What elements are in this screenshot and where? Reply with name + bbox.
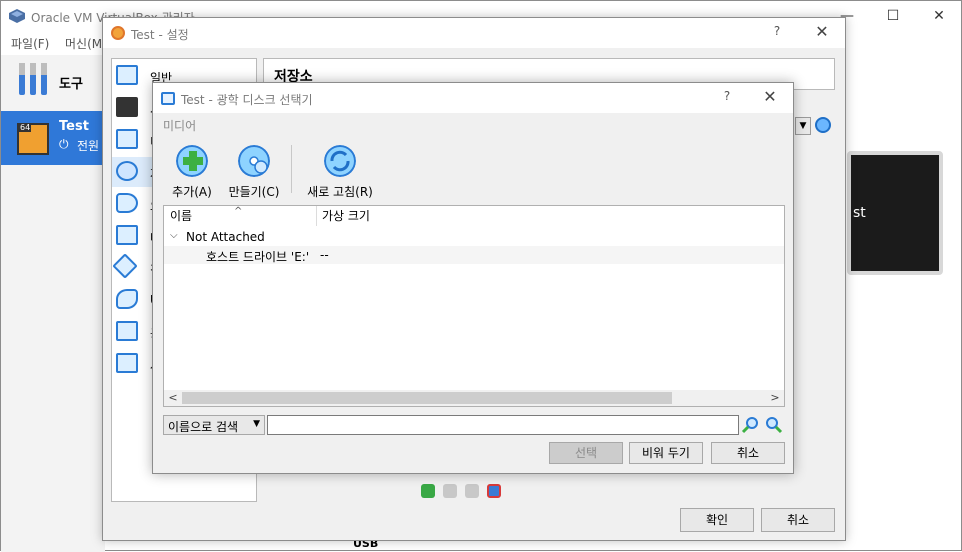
shared-folder-icon bbox=[116, 321, 138, 341]
settings-ok-button[interactable]: 확인 bbox=[680, 508, 754, 532]
search-forward-icon[interactable] bbox=[765, 416, 783, 434]
audio-icon bbox=[116, 193, 138, 213]
search-input[interactable] bbox=[267, 415, 739, 435]
vm-arch-badge: 64 bbox=[19, 123, 32, 132]
tools-icon bbox=[19, 63, 47, 95]
virtualbox-logo-icon bbox=[9, 9, 25, 23]
maximize-button[interactable]: ☐ bbox=[873, 5, 913, 27]
optical-disk-selector-dialog: Test - 광학 디스크 선택기 ? ✕ 미디어 추가(A) 만들기(C) 새… bbox=[152, 82, 794, 474]
settings-cancel-button[interactable]: 취소 bbox=[761, 508, 835, 532]
optical-disk-icon bbox=[161, 92, 175, 105]
selector-help-button[interactable]: ? bbox=[717, 89, 737, 107]
scrollbar-thumb[interactable] bbox=[182, 392, 672, 404]
table-group-row[interactable]: ⌵ Not Attached bbox=[164, 228, 784, 246]
horizontal-scrollbar[interactable]: < > bbox=[164, 390, 784, 406]
refresh-label: 새로 고침(R) bbox=[307, 185, 373, 199]
usb-icon bbox=[116, 289, 138, 309]
search-mode-value: 이름으로 검색 bbox=[168, 420, 239, 434]
storage-tree-toolbar bbox=[421, 482, 511, 502]
network-icon bbox=[116, 225, 138, 245]
media-table: ^ 이름 가상 크기 ⌵ Not Attached 호스트 드라이브 'E:' … bbox=[163, 205, 785, 407]
column-header-size[interactable]: 가상 크기 bbox=[316, 206, 516, 226]
dropdown-arrow-icon: ▼ bbox=[253, 419, 260, 429]
sort-ascending-icon: ^ bbox=[234, 206, 243, 217]
settings-titlebar: Test - 설정 ? ✕ bbox=[103, 18, 845, 48]
optical-disk-choose-icon[interactable] bbox=[815, 117, 831, 133]
column-header-label: 이름 bbox=[170, 209, 193, 223]
vm-state: 전원 bbox=[77, 139, 100, 153]
search-mode-select[interactable]: 이름으로 검색 ▼ bbox=[163, 415, 265, 435]
settings-title: Test - 설정 bbox=[131, 28, 189, 42]
power-icon: ⏻ bbox=[59, 137, 69, 151]
create-disk-icon bbox=[238, 145, 270, 177]
toolbar-separator bbox=[291, 145, 292, 193]
vm-os-icon: 64 bbox=[17, 123, 49, 155]
serial-icon bbox=[112, 253, 138, 279]
storage-icon bbox=[116, 161, 138, 181]
vm-list-item[interactable]: 64 Test ⏻ 전원 bbox=[1, 111, 105, 165]
menu-machine[interactable]: 머신(M bbox=[65, 35, 102, 52]
settings-help-button[interactable]: ? bbox=[767, 24, 787, 42]
create-disk-label: 만들기(C) bbox=[228, 185, 280, 199]
vm-preview-screen: st bbox=[847, 151, 943, 275]
selector-close-button[interactable]: ✕ bbox=[755, 87, 785, 109]
scroll-right-icon[interactable]: > bbox=[768, 391, 782, 405]
media-name: 호스트 드라이브 'E:' bbox=[206, 250, 310, 264]
add-disk-icon bbox=[176, 145, 208, 177]
choose-button[interactable]: 선택 bbox=[549, 442, 623, 464]
settings-close-button[interactable]: ✕ bbox=[807, 22, 837, 44]
add-attachment-icon[interactable] bbox=[443, 484, 457, 498]
selector-titlebar: Test - 광학 디스크 선택기 ? ✕ bbox=[153, 83, 793, 113]
ui-icon bbox=[116, 353, 138, 373]
attribute-dropdown-arrow[interactable]: ▼ bbox=[795, 117, 811, 135]
chevron-down-icon[interactable]: ⌵ bbox=[170, 230, 178, 241]
sidebar-item-tools[interactable]: 도구 bbox=[1, 55, 105, 109]
table-row[interactable]: 호스트 드라이브 'E:' -- bbox=[164, 246, 784, 264]
media-size: -- bbox=[320, 248, 329, 262]
remove-controller-icon[interactable] bbox=[487, 484, 501, 498]
menu-file[interactable]: 파일(F) bbox=[11, 35, 49, 52]
vm-preview-panel: st bbox=[841, 141, 951, 276]
refresh-icon bbox=[324, 145, 356, 177]
selector-title: Test - 광학 디스크 선택기 bbox=[181, 93, 313, 107]
gear-icon bbox=[111, 26, 125, 40]
add-controller-icon[interactable] bbox=[421, 484, 435, 498]
remove-attachment-icon[interactable] bbox=[465, 484, 479, 498]
general-icon bbox=[116, 65, 138, 85]
sidebar-tools-label: 도구 bbox=[59, 77, 83, 92]
cancel-button[interactable]: 취소 bbox=[711, 442, 785, 464]
vm-preview-text: st bbox=[853, 205, 866, 221]
scroll-left-icon[interactable]: < bbox=[166, 391, 180, 405]
main-sidebar: 도구 64 Test ⏻ 전원 bbox=[1, 55, 105, 552]
column-header-name[interactable]: ^ 이름 bbox=[164, 206, 316, 226]
close-main-button[interactable]: ✕ bbox=[919, 5, 959, 27]
search-backward-icon[interactable] bbox=[741, 416, 759, 434]
system-icon bbox=[116, 97, 138, 117]
media-menu[interactable]: 미디어 bbox=[163, 117, 196, 134]
leave-empty-button[interactable]: 비워 두기 bbox=[629, 442, 703, 464]
refresh-button[interactable]: 새로 고침(R) bbox=[303, 145, 377, 199]
vm-name: Test bbox=[59, 119, 89, 134]
add-disk-label: 추가(A) bbox=[172, 185, 212, 199]
create-disk-button[interactable]: 만들기(C) bbox=[223, 145, 285, 199]
group-label: Not Attached bbox=[186, 230, 265, 244]
selector-toolbar: 추가(A) 만들기(C) 새로 고침(R) bbox=[161, 137, 791, 199]
add-disk-button[interactable]: 추가(A) bbox=[167, 145, 217, 199]
display-icon bbox=[116, 129, 138, 149]
